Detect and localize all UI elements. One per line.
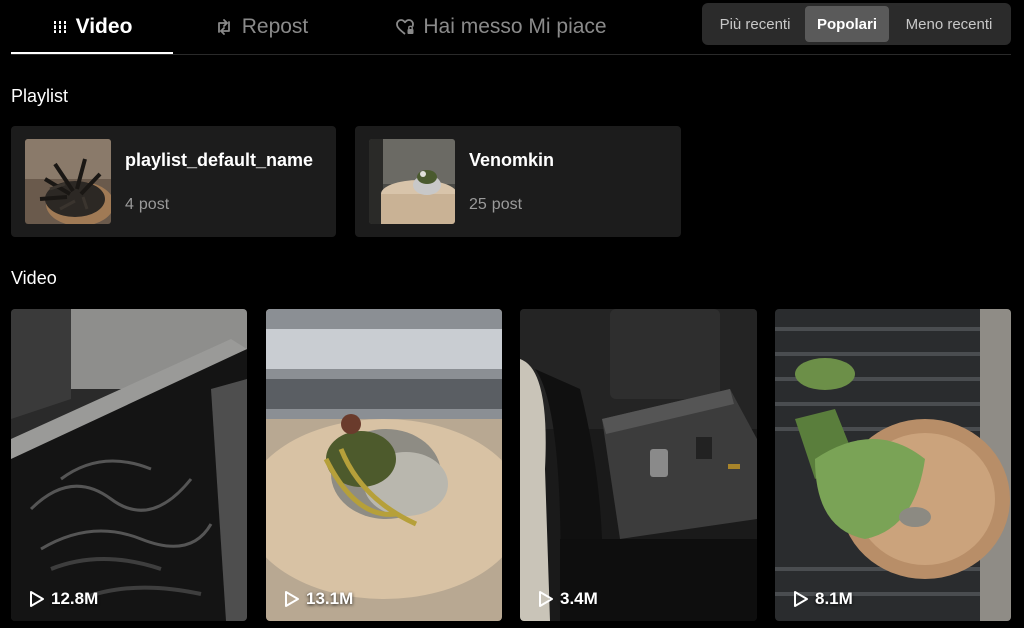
play-icon [284, 590, 300, 608]
playlist-card[interactable]: playlist_default_name 4 post [11, 126, 336, 237]
tab-video-label: Video [75, 14, 133, 38]
post-count-unit: post [491, 196, 523, 213]
view-count-value: 13.1M [306, 589, 354, 608]
video-thumbnail [520, 309, 757, 621]
video-thumbnail [775, 309, 1011, 621]
video-card[interactable]: 3.4M [520, 309, 757, 621]
video-thumbnail [266, 309, 502, 621]
tab-liked-label: Hai messo Mi piace [423, 14, 607, 38]
view-count: 3.4M [538, 589, 598, 609]
video-card[interactable]: 12.8M [11, 309, 247, 621]
tab-video[interactable]: Video [11, 0, 173, 54]
play-icon [29, 590, 45, 608]
playlist-name: Venomkin [469, 150, 555, 170]
video-section-title: Video [11, 268, 57, 288]
view-count: 13.1M [284, 589, 353, 609]
playlist-post-count: 4 post [125, 196, 169, 214]
view-count-value: 3.4M [560, 589, 598, 608]
video-card[interactable]: 8.1M [775, 309, 1011, 621]
video-thumbnail [11, 309, 247, 621]
playlist-name: playlist_default_name [125, 150, 314, 170]
view-count: 12.8M [29, 589, 98, 609]
tab-repost-label: Repost [241, 14, 309, 38]
repost-icon [214, 17, 234, 37]
sort-popular-button[interactable]: Popolari [805, 6, 889, 42]
view-count: 8.1M [793, 589, 853, 609]
playlist-card[interactable]: Venomkin 25 post [355, 126, 681, 237]
sort-least-recent-button[interactable]: Meno recenti [891, 6, 1007, 42]
playlist-thumbnail [25, 139, 111, 224]
play-icon [538, 590, 554, 608]
playlist-post-count: 25 post [469, 196, 522, 214]
post-count-value: 4 [125, 196, 134, 213]
heart-lock-icon [395, 17, 415, 37]
playlist-thumbnail [369, 139, 455, 224]
play-icon [793, 590, 809, 608]
video-card[interactable]: 13.1M [266, 309, 502, 621]
tab-liked[interactable]: Hai messo Mi piace [383, 0, 619, 53]
tab-repost[interactable]: Repost [203, 0, 319, 53]
sort-segmented-control: Più recenti Popolari Meno recenti [702, 3, 1011, 45]
view-count-value: 12.8M [51, 589, 99, 608]
view-count-value: 8.1M [815, 589, 853, 608]
playlist-section-title: Playlist [11, 86, 69, 106]
grid-lines-icon [52, 19, 68, 35]
post-count-unit: post [138, 196, 170, 213]
post-count-value: 25 [469, 196, 487, 213]
sort-most-recent-button[interactable]: Più recenti [706, 6, 804, 42]
